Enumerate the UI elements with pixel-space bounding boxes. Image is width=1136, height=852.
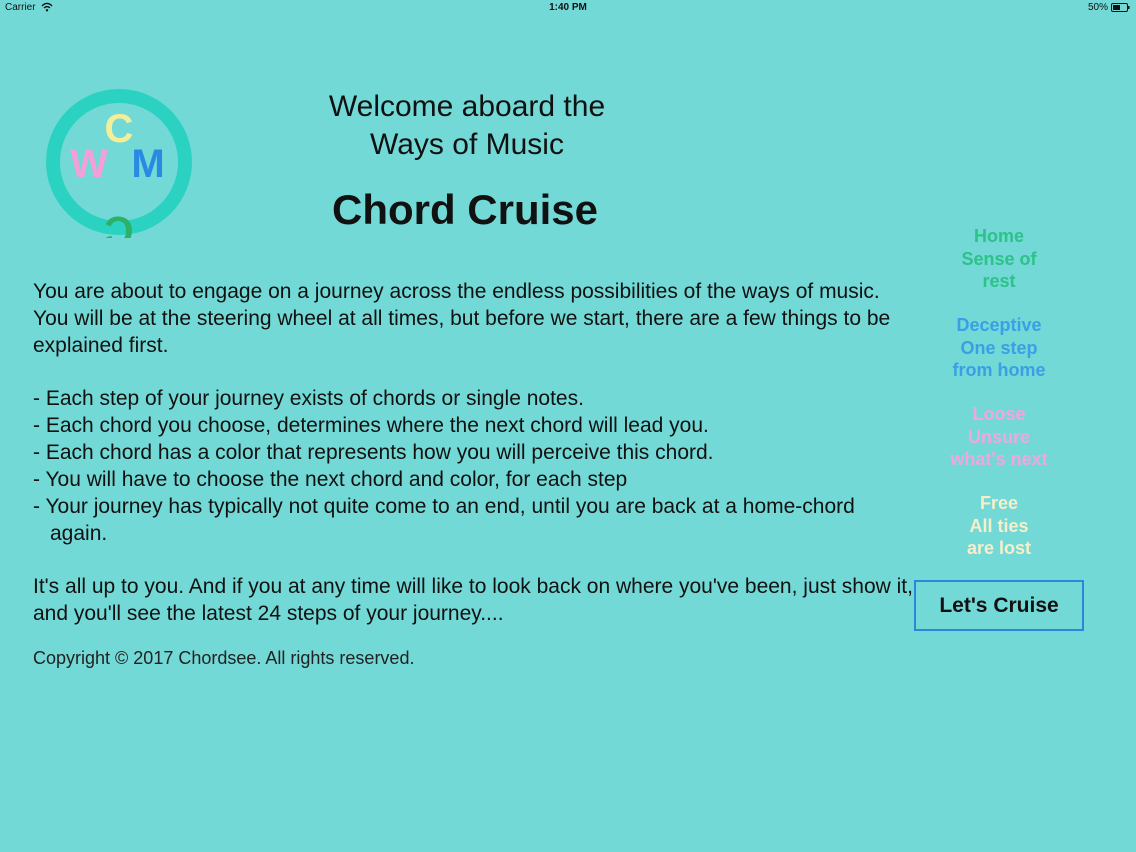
legend-desc: Unsure <box>967 427 1030 447</box>
rules-list: - Each step of your journey exists of ch… <box>33 385 913 547</box>
rule-item: - Each chord you choose, determines wher… <box>33 414 709 437</box>
battery-percent: 50% <box>1087 2 1108 13</box>
intro-paragraph: You are about to engage on a journey acr… <box>33 280 891 357</box>
battery-icon <box>1111 3 1130 12</box>
logo-letter-w: W <box>70 142 108 186</box>
legend-desc: what's next <box>950 449 1048 469</box>
legend-item-free: Free All ties are lost <box>934 491 1064 559</box>
chord-cruise-logo: C W M C <box>46 89 192 238</box>
legend-desc: from home <box>952 360 1046 380</box>
lets-cruise-button[interactable]: Let's Cruise <box>914 580 1084 631</box>
legend-desc: rest <box>982 271 1016 291</box>
legend-desc: Sense of <box>961 249 1037 269</box>
welcome-line-2: Ways of Music <box>370 128 564 161</box>
legend-desc: One step <box>960 338 1038 358</box>
legend-title: Free <box>979 493 1019 513</box>
chord-color-legend: Home Sense of rest Deceptive One step fr… <box>934 224 1064 580</box>
legend-item-loose: Loose Unsure what's next <box>934 402 1064 470</box>
status-bar: Carrier 1:40 PM 50% <box>0 0 1136 16</box>
legend-item-deceptive: Deceptive One step from home <box>934 313 1064 381</box>
logo-letter-c-bottom: C <box>105 208 134 238</box>
rule-item: - Each chord has a color that represents… <box>33 441 714 464</box>
rule-item: - You will have to choose the next chord… <box>33 468 628 491</box>
legend-title: Loose <box>972 404 1026 424</box>
intro-text: You are about to engage on a journey acr… <box>33 278 913 627</box>
legend-title: Home <box>973 226 1024 246</box>
logo-letter-m: M <box>131 142 164 186</box>
legend-desc: All ties <box>969 516 1029 536</box>
rule-item: - Your journey has typically not quite c… <box>33 495 855 545</box>
status-time: 1:40 PM <box>549 2 587 13</box>
welcome-line-1: Welcome aboard the <box>328 90 606 123</box>
welcome-title: Welcome aboard the Ways of Music <box>300 88 634 164</box>
copyright-text: Copyright © 2017 Chordsee. All rights re… <box>33 648 415 668</box>
legend-title: Deceptive <box>956 315 1042 335</box>
closing-paragraph: It's all up to you. And if you at any ti… <box>33 575 913 625</box>
app-screen: Carrier 1:40 PM 50% C W M C Welcome aboa… <box>0 0 1136 852</box>
rule-item: - Each step of your journey exists of ch… <box>33 387 584 410</box>
logo-letter-c-top: C <box>105 107 134 151</box>
app-title: Chord Cruise <box>331 186 599 233</box>
legend-item-home: Home Sense of rest <box>934 224 1064 292</box>
legend-desc: are lost <box>966 538 1032 558</box>
